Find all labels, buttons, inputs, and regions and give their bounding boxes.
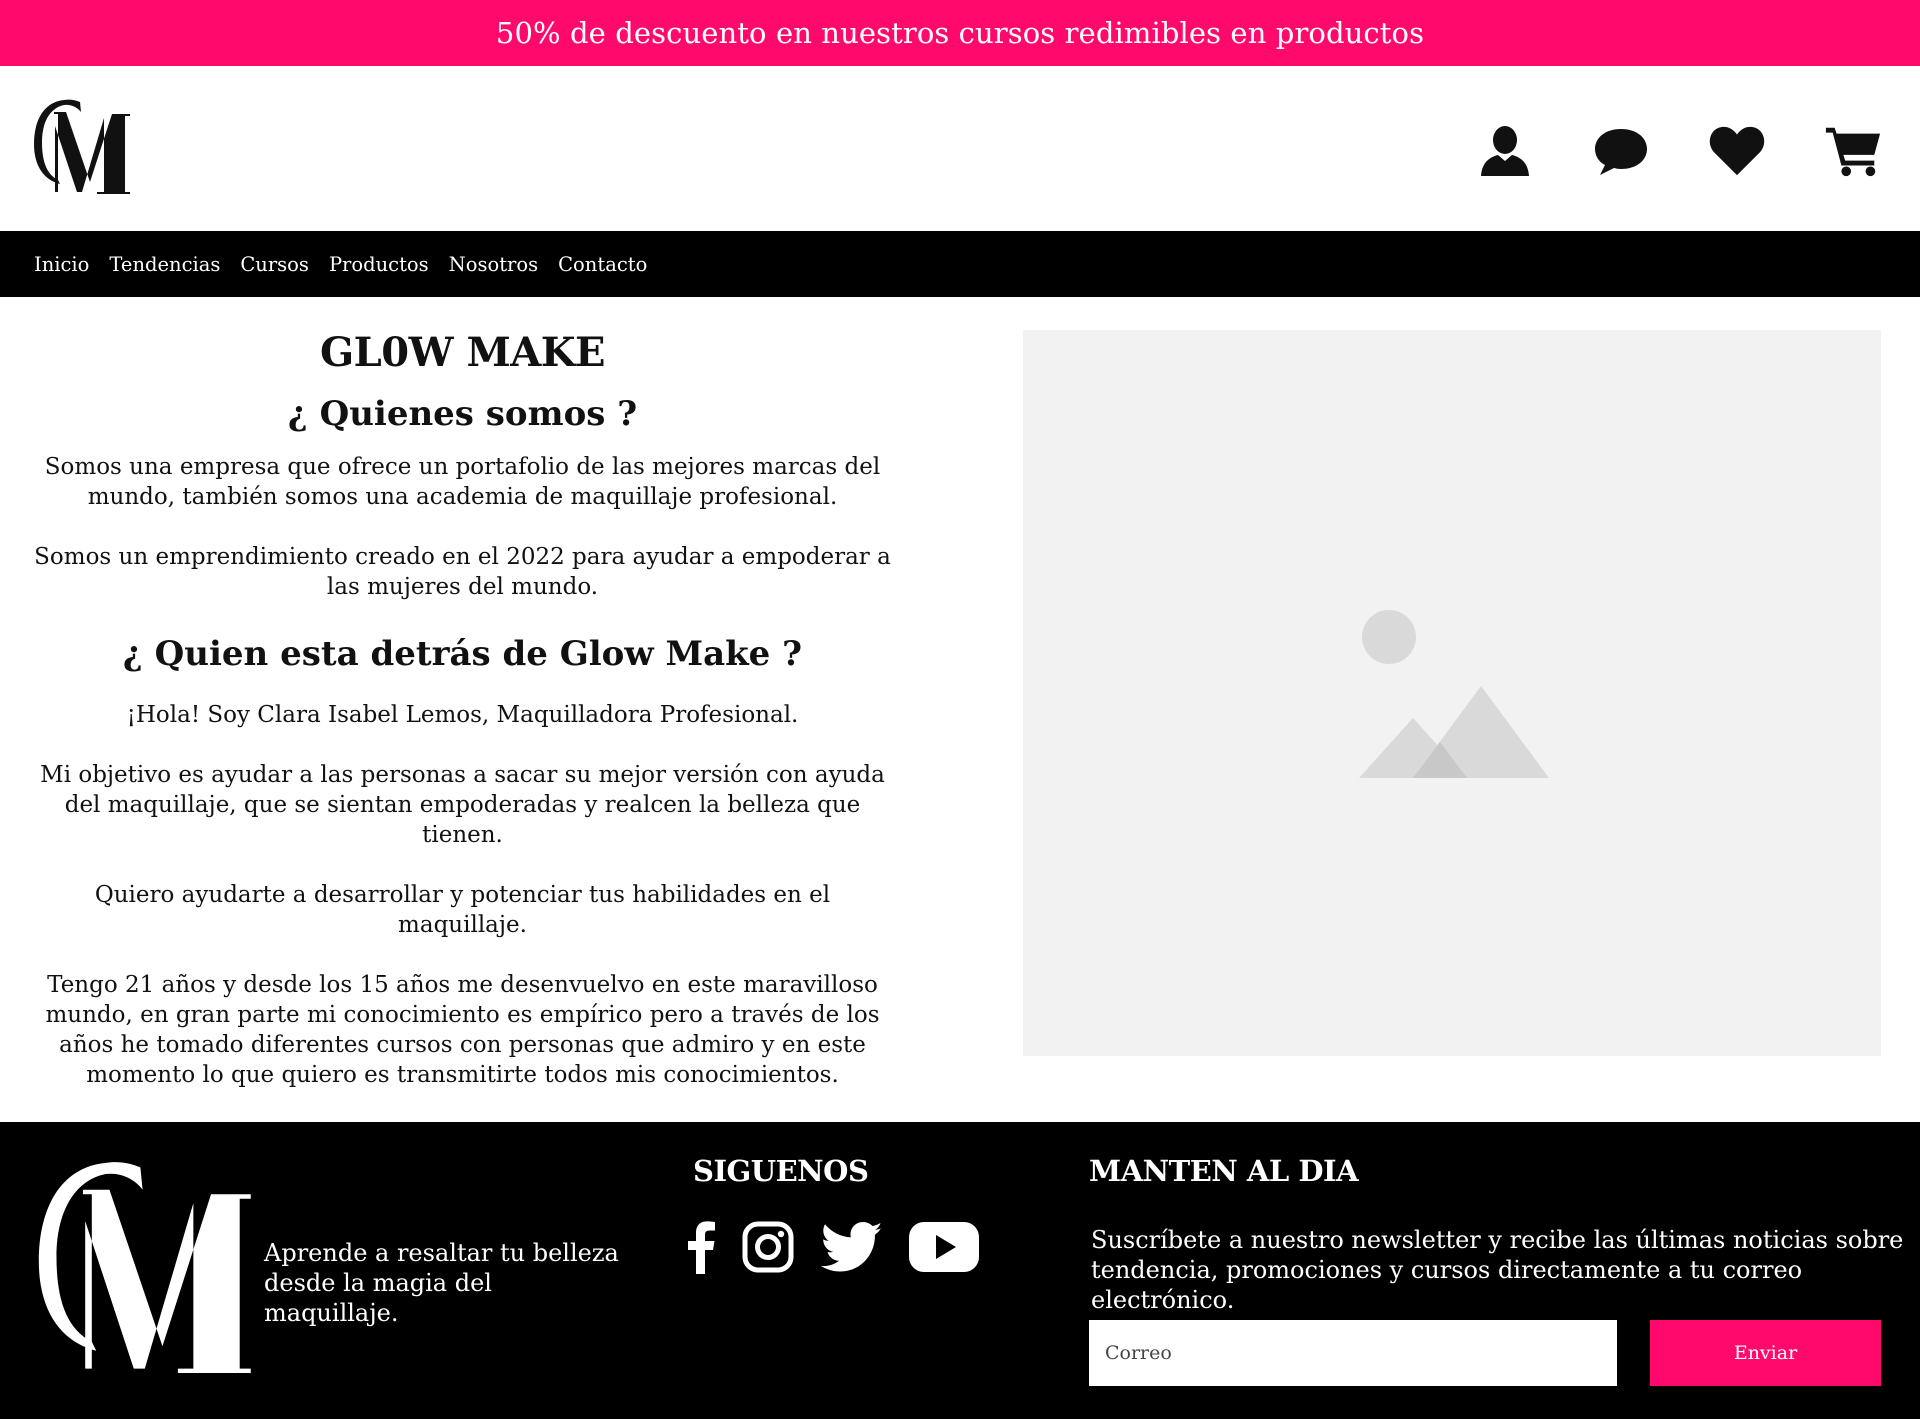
- site-header: [0, 66, 1920, 231]
- about-paragraph-6: Tengo 21 años y desde los 15 años me des…: [45, 972, 880, 1088]
- about-paragraph-5: Quiero ayudarte a desarrollar y potencia…: [94, 882, 831, 938]
- gm-logo[interactable]: [30, 96, 136, 198]
- cart-icon[interactable]: [1824, 123, 1882, 179]
- nav-item-tendencias[interactable]: Tendencias: [109, 253, 220, 276]
- instagram-icon[interactable]: [742, 1221, 794, 1273]
- header-icons: [1476, 121, 1882, 181]
- about-paragraph-4: Mi objetivo es ayudar a las personas a s…: [40, 762, 885, 848]
- newsletter-title: MANTEN AL DIA: [1089, 1154, 1359, 1188]
- twitter-icon[interactable]: [820, 1221, 882, 1273]
- nav-item-productos[interactable]: Productos: [329, 253, 429, 276]
- who-is-behind-heading: ¿ Quien esta detrás de Glow Make ?: [122, 634, 803, 674]
- send-button[interactable]: Enviar: [1650, 1320, 1881, 1386]
- nav-item-cursos[interactable]: Cursos: [240, 253, 309, 276]
- site-footer: Aprende a resaltar tu belleza desde la m…: [0, 1122, 1920, 1419]
- about-image: [1023, 330, 1881, 1056]
- who-we-are-heading: ¿ Quienes somos ?: [287, 394, 638, 434]
- social-links: [686, 1220, 980, 1274]
- image-placeholder-icon: [1359, 610, 1549, 778]
- about-paragraph-1: Somos una empresa que ofrece un portafol…: [44, 454, 881, 510]
- nav-item-contacto[interactable]: Contacto: [558, 253, 647, 276]
- heart-icon[interactable]: [1708, 123, 1766, 179]
- facebook-icon[interactable]: [686, 1220, 716, 1274]
- youtube-icon[interactable]: [908, 1221, 980, 1273]
- chat-icon[interactable]: [1592, 123, 1650, 179]
- main-nav: Inicio Tendencias Cursos Productos Nosot…: [0, 231, 1920, 297]
- footer-tagline: Aprende a resaltar tu belleza desde la m…: [264, 1239, 619, 1327]
- gm-logo-footer: [30, 1154, 264, 1382]
- promo-banner: 50% de descuento en nuestros cursos redi…: [0, 0, 1920, 66]
- brand-title: GL0W MAKE: [319, 329, 606, 376]
- follow-us-title: SIGUENOS: [693, 1154, 869, 1188]
- newsletter-description: Suscríbete a nuestro newsletter y recibe…: [1091, 1226, 1904, 1314]
- nav-item-inicio[interactable]: Inicio: [34, 253, 89, 276]
- email-field[interactable]: [1089, 1320, 1617, 1386]
- about-paragraph-2: Somos un emprendimiento creado en el 202…: [34, 544, 891, 600]
- about-paragraph-3: ¡Hola! Soy Clara Isabel Lemos, Maquillad…: [126, 702, 799, 728]
- about-section: GL0W MAKE ¿ Quienes somos ? Somos una em…: [30, 330, 895, 1090]
- user-icon[interactable]: [1476, 123, 1534, 179]
- nav-item-nosotros[interactable]: Nosotros: [449, 253, 538, 276]
- promo-text: 50% de descuento en nuestros cursos redi…: [495, 16, 1425, 50]
